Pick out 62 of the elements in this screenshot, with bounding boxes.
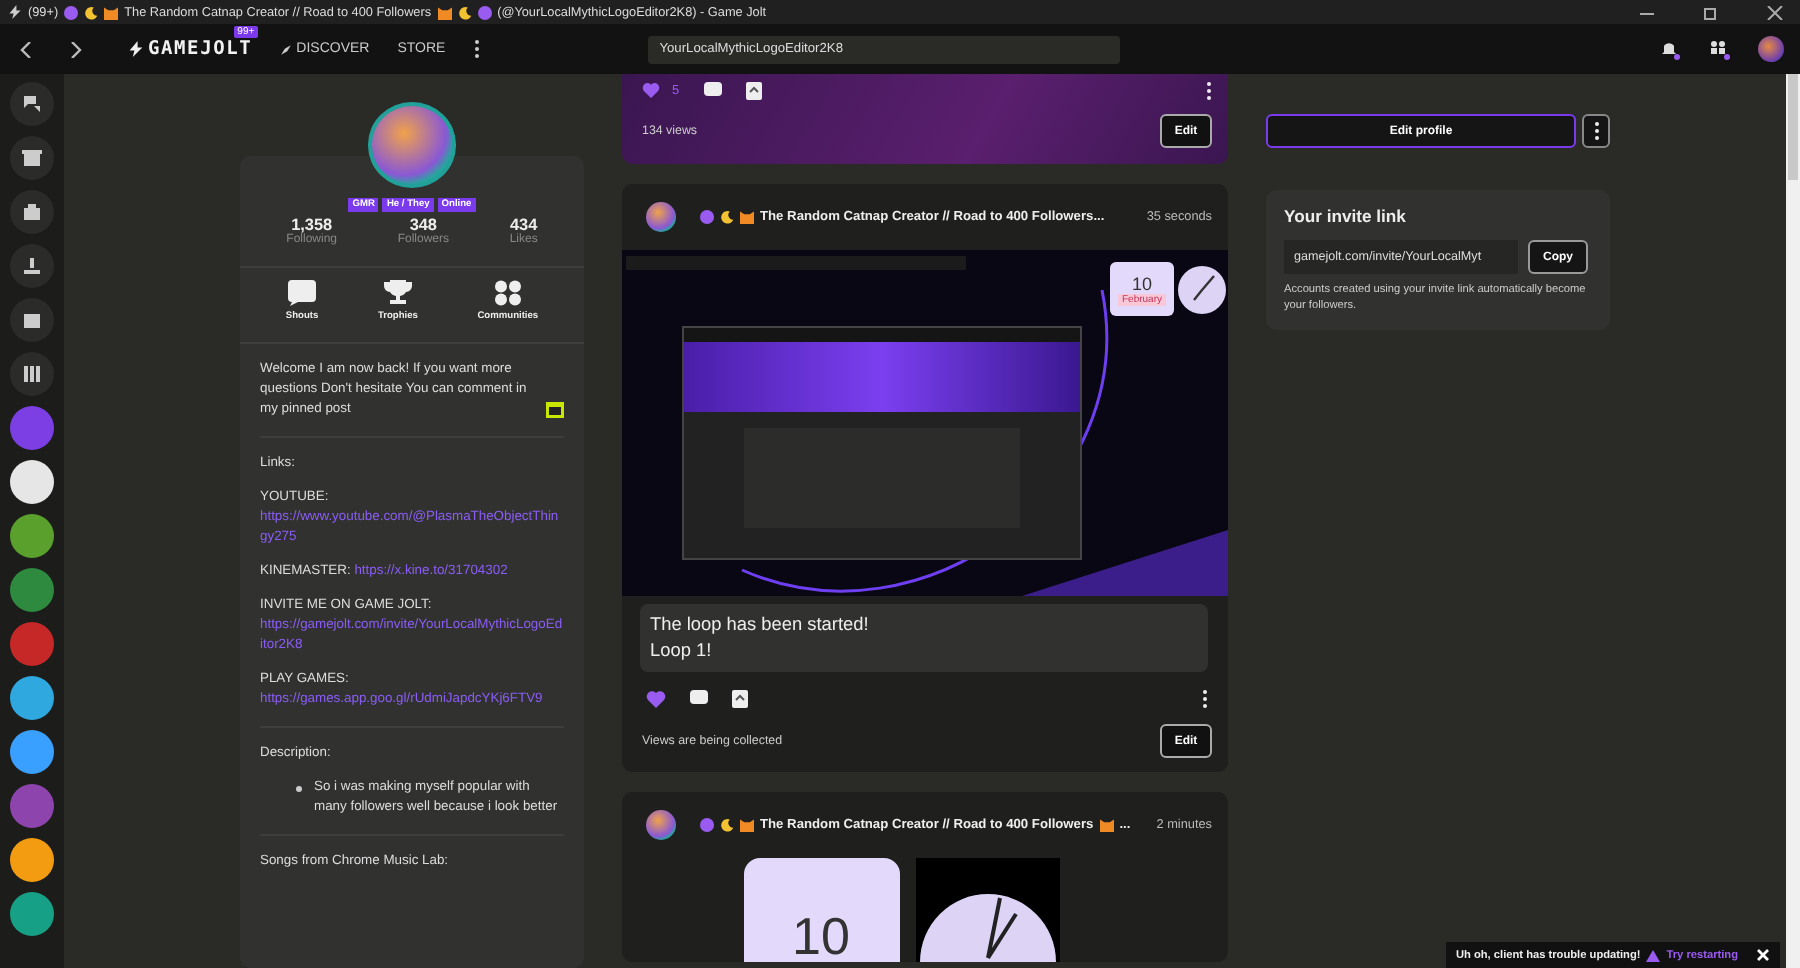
widget-day: 10 <box>792 910 850 962</box>
close-icon[interactable] <box>1766 5 1784 19</box>
cat-icon <box>740 818 754 832</box>
forward-icon[interactable] <box>70 41 82 57</box>
moon-icon <box>720 210 734 224</box>
cat-icon <box>104 5 119 19</box>
more-button[interactable] <box>1582 114 1610 148</box>
widget-day: 10 <box>1131 273 1152 293</box>
moon-icon <box>720 818 734 832</box>
bolt-icon <box>128 40 144 58</box>
trophy-icon[interactable] <box>383 279 412 306</box>
more-icon[interactable] <box>1206 81 1212 99</box>
heart-icon[interactable] <box>646 689 666 707</box>
clock-widget-icon <box>1178 266 1226 314</box>
bullet-icon <box>296 785 302 792</box>
grid-icon[interactable] <box>493 279 522 306</box>
invite-title: Your invite link <box>1284 206 1408 226</box>
moon-icon <box>457 5 472 19</box>
heart-icon[interactable] <box>642 82 660 98</box>
restore-icon[interactable] <box>1702 5 1720 19</box>
chat-icon[interactable] <box>10 82 54 126</box>
stat-value: 434 <box>510 215 538 234</box>
avatar[interactable] <box>1758 36 1784 62</box>
library-icon[interactable] <box>10 352 54 396</box>
author-avatar[interactable] <box>646 810 676 840</box>
comment-icon[interactable] <box>690 690 708 706</box>
people-icon[interactable] <box>1708 38 1730 60</box>
more-icon[interactable] <box>1593 122 1599 140</box>
community-icon[interactable] <box>10 838 54 882</box>
more-icon[interactable] <box>1202 689 1208 707</box>
community-icon[interactable] <box>10 460 54 504</box>
share-icon[interactable] <box>732 689 748 707</box>
store-icon[interactable] <box>10 136 54 180</box>
comment-icon[interactable] <box>703 82 722 98</box>
bell-icon[interactable] <box>1660 38 1680 60</box>
compass-icon <box>280 43 293 55</box>
cat-icon <box>740 210 754 224</box>
calendar-icon <box>546 401 564 418</box>
dot-icon <box>700 818 714 832</box>
author-avatar[interactable] <box>646 202 676 232</box>
cat-icon <box>437 5 452 19</box>
more-icon[interactable] <box>473 40 480 58</box>
bolt-icon <box>8 4 22 20</box>
dot-icon <box>64 5 79 19</box>
post-text: Loop 1! <box>650 638 714 664</box>
share-icon[interactable] <box>745 81 762 99</box>
back-icon[interactable] <box>20 41 32 57</box>
logo-text[interactable]: GAMEJOLT <box>148 38 253 60</box>
speech-bubble-icon[interactable] <box>288 279 317 306</box>
bag-icon[interactable] <box>10 190 54 234</box>
profile-avatar <box>368 102 456 188</box>
scrollbar[interactable] <box>1786 74 1800 968</box>
stat-value: 348 <box>409 215 437 234</box>
dot-icon <box>700 210 714 224</box>
community-icon[interactable] <box>10 676 54 720</box>
post-text: The loop has been started! <box>650 612 871 638</box>
community-icon[interactable] <box>10 730 54 774</box>
dot-icon <box>477 5 492 19</box>
moon-icon <box>84 5 99 19</box>
cat-icon <box>1099 818 1114 832</box>
stat-value: 1,358 <box>291 215 333 234</box>
warning-icon <box>1646 949 1661 961</box>
